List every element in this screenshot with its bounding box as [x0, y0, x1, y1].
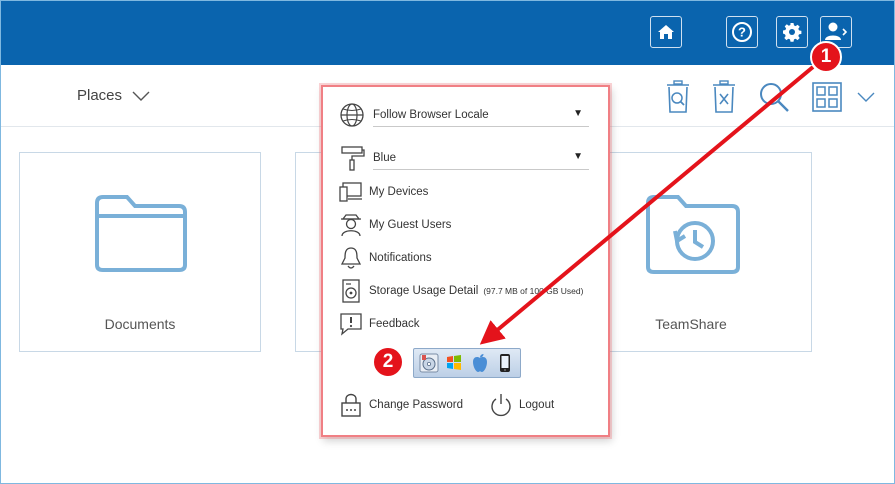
- annotation-badge-2: 2: [372, 346, 404, 378]
- tile-hidden[interactable]: [295, 152, 321, 352]
- folder-icon: [95, 195, 187, 272]
- recycle-bin-clear-icon: [713, 80, 735, 113]
- home-icon: [658, 25, 674, 39]
- menu-item-feedback[interactable]: Feedback: [339, 310, 420, 338]
- chevron-down-icon: [857, 92, 875, 102]
- recycle-bin-search-button[interactable]: [662, 79, 694, 115]
- grid-view-icon: [812, 82, 842, 112]
- help-button[interactable]: ?: [726, 16, 758, 48]
- search-button[interactable]: [758, 79, 790, 115]
- menu-item-guest-users[interactable]: My Guest Users: [339, 211, 451, 239]
- search-icon: [760, 83, 789, 112]
- theme-select-row[interactable]: Blue ▼: [339, 144, 589, 172]
- app-downloads-bar: [413, 348, 521, 378]
- settings-button[interactable]: [776, 16, 808, 48]
- chevron-down-icon: [132, 91, 150, 101]
- storage-usage-note: (97.7 MB of 100 GB Used): [483, 286, 584, 296]
- locale-select-value: Follow Browser Locale: [373, 109, 489, 121]
- storage-disk-icon: [339, 279, 363, 303]
- menu-item-label: Feedback: [369, 318, 420, 330]
- caret-down-icon: ▼: [573, 151, 583, 162]
- menu-item-label: My Devices: [369, 186, 429, 198]
- guest-user-icon: [339, 213, 363, 237]
- lock-icon: [339, 393, 363, 417]
- tile-label: Documents: [104, 316, 176, 332]
- help-icon: ?: [732, 22, 752, 42]
- folder-history-icon: [646, 195, 740, 274]
- annotation-badge-1: 1: [810, 41, 842, 73]
- menu-item-my-devices[interactable]: My Devices: [339, 178, 428, 206]
- bell-icon: [339, 246, 363, 270]
- menu-item-notifications[interactable]: Notifications: [339, 244, 432, 272]
- menu-item-storage-usage[interactable]: Storage Usage Detail (97.7 MB of 100 GB …: [339, 277, 583, 305]
- menu-item-label: Change Password: [369, 399, 463, 411]
- recycle-bin-clear-button[interactable]: [708, 79, 740, 115]
- feedback-icon: [339, 312, 363, 336]
- locale-select[interactable]: Follow Browser Locale ▼: [373, 105, 589, 127]
- locale-select-row[interactable]: Follow Browser Locale ▼: [339, 101, 589, 129]
- paint-roller-icon: [341, 146, 365, 171]
- caret-down-icon: ▼: [573, 108, 583, 119]
- recycle-bin-search-icon: [667, 80, 689, 113]
- windows-icon[interactable]: [444, 353, 464, 373]
- grid-view-button[interactable]: [811, 79, 843, 115]
- mobile-phone-icon[interactable]: [495, 353, 515, 373]
- globe-icon: [340, 103, 364, 127]
- disc-installer-icon[interactable]: [419, 353, 439, 373]
- menu-item-label: Logout: [519, 399, 555, 411]
- theme-select[interactable]: Blue ▼: [373, 148, 589, 170]
- tile-documents[interactable]: Documents: [19, 152, 261, 352]
- user-settings-menu: Follow Browser Locale ▼ Blue ▼ My Device…: [321, 85, 610, 437]
- app-window: ? Places Documents TeamShare Follow Brow…: [0, 0, 895, 484]
- menu-item-label: Storage Usage Detail: [369, 285, 479, 297]
- menu-item-logout[interactable]: Logout: [489, 391, 554, 419]
- power-icon: [489, 393, 513, 417]
- user-menu-icon: [825, 22, 848, 40]
- apple-icon[interactable]: [470, 353, 490, 373]
- devices-icon: [339, 180, 363, 204]
- home-button[interactable]: [650, 16, 682, 48]
- menu-item-label: My Guest Users: [369, 219, 452, 231]
- places-dropdown[interactable]: Places: [77, 87, 150, 104]
- menu-item-label: Notifications: [369, 252, 432, 264]
- places-label: Places: [77, 87, 123, 104]
- gear-icon: [783, 23, 802, 42]
- top-bar: ?: [1, 1, 894, 65]
- svg-text:?: ?: [738, 25, 746, 40]
- theme-select-value: Blue: [373, 152, 397, 164]
- view-options-button[interactable]: [851, 79, 881, 115]
- menu-item-change-password[interactable]: Change Password: [339, 391, 463, 419]
